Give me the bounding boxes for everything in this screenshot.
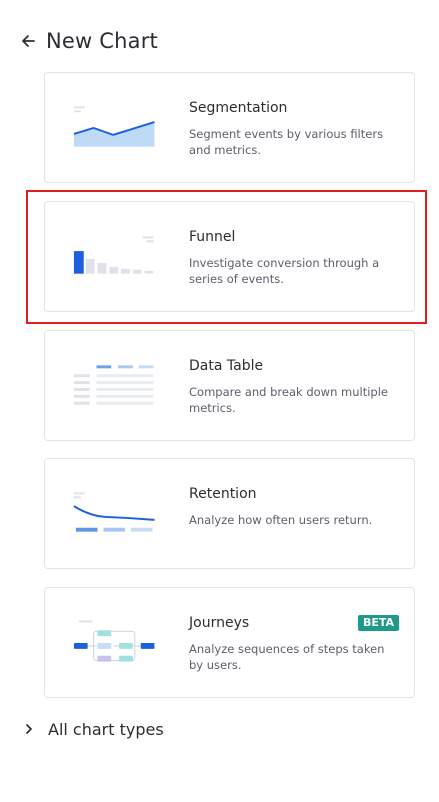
header: New Chart [18,25,158,57]
retention-thumbnail-icon [73,492,155,532]
card-title: Funnel [189,229,236,245]
card-title: Journeys [189,615,250,631]
card-description: Compare and break down multiple metrics. [189,385,388,415]
card-title: Retention [189,486,257,502]
chart-type-card-funnel[interactable]: Funnel Investigate conversion through a … [44,201,415,312]
chart-type-card-segmentation[interactable]: Segmentation Segment events by various f… [44,72,415,183]
chevron-right-icon [22,722,36,736]
page-title: New Chart [46,29,158,53]
funnel-thumbnail-icon [73,236,154,274]
chart-type-card-retention[interactable]: Retention Analyze how often users return… [44,458,415,569]
journeys-thumbnail-icon [73,620,155,662]
chart-type-card-data-table[interactable]: Data Table Compare and break down multip… [44,330,415,441]
all-chart-types-toggle[interactable]: All chart types [22,716,164,742]
chart-type-card-journeys[interactable]: Journeys BETA Analyze sequences of steps… [44,587,415,698]
card-description: Investigate conversion through a series … [189,256,380,286]
segmentation-thumbnail-icon [73,106,155,147]
arrow-left-icon[interactable] [18,31,38,51]
data-table-thumbnail-icon [73,365,154,405]
card-description: Analyze how often users return. [189,513,373,527]
card-title: Segmentation [189,100,288,116]
card-title: Data Table [189,358,264,374]
all-chart-types-label: All chart types [48,719,164,739]
card-description: Segment events by various filters and me… [189,127,384,157]
beta-badge: BETA [357,615,399,631]
card-description: Analyze sequences of steps taken by user… [189,642,385,672]
